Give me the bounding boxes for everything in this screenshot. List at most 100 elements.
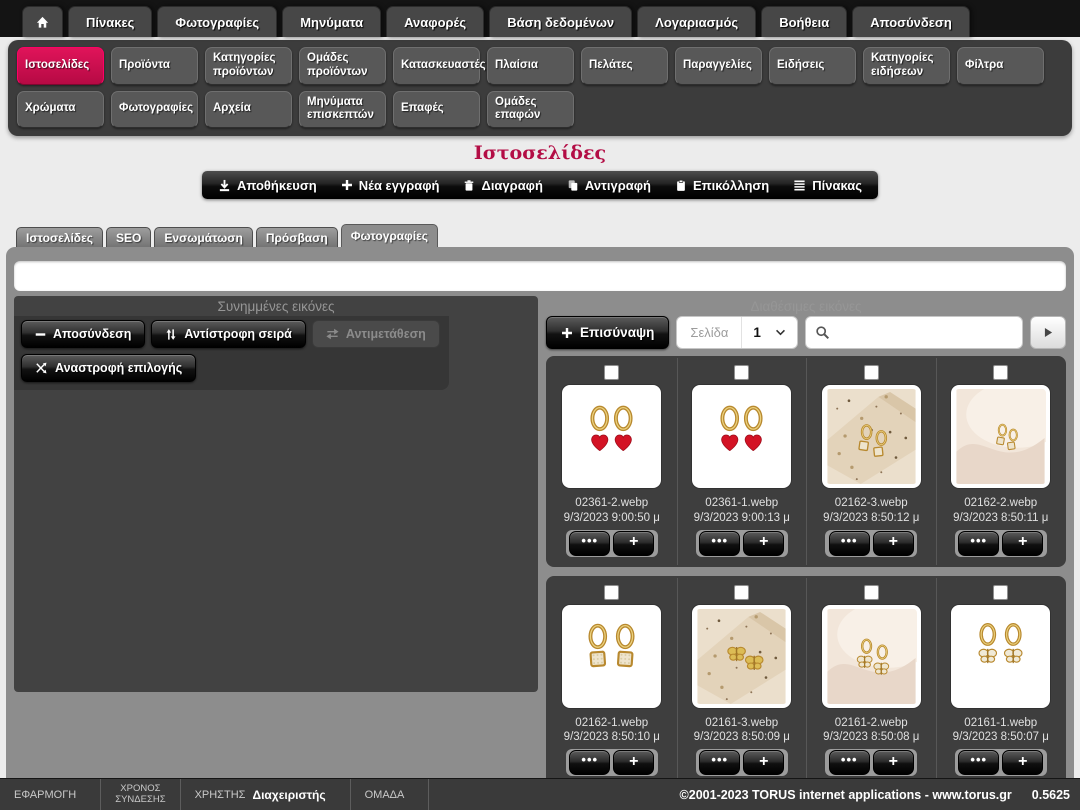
- toolbar-trash-button[interactable]: Διαγραφή: [451, 171, 554, 199]
- toolbar-button-label: Πίνακας: [812, 178, 862, 193]
- image-more-button[interactable]: •••: [699, 750, 740, 775]
- record-tab-seo[interactable]: SEO: [106, 227, 151, 247]
- module-button-μηνύματα-επισκεπτών[interactable]: Μηνύματα επισκεπτών: [299, 91, 386, 129]
- image-checkbox[interactable]: [993, 365, 1008, 380]
- paste-icon: [675, 179, 687, 192]
- page-select[interactable]: 1: [741, 317, 797, 348]
- top-nav-tab-βάση-δεδομένων[interactable]: Βάση δεδομένων: [489, 6, 632, 37]
- module-button-παραγγελίες[interactable]: Παραγγελίες: [675, 47, 762, 85]
- image-filename: 02361-1.webp: [694, 496, 790, 511]
- top-nav-tab-αποσύνδεση[interactable]: Αποσύνδεση: [852, 6, 970, 37]
- image-caption: 02361-1.webp9/3/2023 9:00:13 μ: [694, 496, 790, 525]
- page-select-value: 1: [753, 325, 761, 340]
- module-button-πλαίσια[interactable]: Πλαίσια: [487, 47, 574, 85]
- module-button-αρχεία[interactable]: Αρχεία: [205, 91, 292, 129]
- image-add-button[interactable]: +: [613, 531, 654, 556]
- image-thumbnail[interactable]: [822, 605, 921, 708]
- available-images-panel: Διαθέσιμες εικόνες Επισύναψη Σελίδα 1 02…: [546, 296, 1066, 795]
- image-tile: 02162-3.webp9/3/2023 8:50:12 μ •••+: [806, 358, 936, 564]
- top-nav-tab-βοήθεια[interactable]: Βοήθεια: [761, 6, 847, 37]
- table-icon: [793, 179, 806, 192]
- top-nav-tab-λογαριασμός[interactable]: Λογαριασμός: [637, 6, 756, 37]
- module-button-ομάδες-προϊόντων[interactable]: Ομάδες προϊόντων: [299, 47, 386, 85]
- image-thumbnail[interactable]: [562, 385, 661, 488]
- image-thumbnail[interactable]: [951, 385, 1050, 488]
- top-nav-tab-φωτογραφίες[interactable]: Φωτογραφίες: [157, 6, 277, 37]
- home-tab[interactable]: [22, 6, 63, 37]
- image-thumbnail[interactable]: [692, 385, 791, 488]
- reverse-order-icon: [165, 328, 177, 341]
- image-thumbnail[interactable]: [692, 605, 791, 708]
- module-button-ιστοσελίδες[interactable]: Ιστοσελίδες: [17, 47, 104, 85]
- image-timestamp: 9/3/2023 8:50:10 μ: [564, 730, 660, 745]
- module-button-προϊόντα[interactable]: Προϊόντα: [111, 47, 198, 85]
- image-add-button[interactable]: +: [1002, 531, 1043, 556]
- image-more-button[interactable]: •••: [699, 531, 740, 556]
- image-filename: 02161-3.webp: [694, 716, 790, 731]
- image-timestamp: 9/3/2023 8:50:11 μ: [953, 511, 1048, 526]
- module-button-κατηγορίες-προϊόντων[interactable]: Κατηγορίες προϊόντων: [205, 47, 292, 85]
- image-tile: 02162-2.webp9/3/2023 8:50:11 μ•••+: [936, 358, 1066, 564]
- image-checkbox[interactable]: [993, 585, 1008, 600]
- module-button-φίλτρα[interactable]: Φίλτρα: [957, 47, 1044, 85]
- image-checkbox[interactable]: [604, 365, 619, 380]
- toolbar-paste-button[interactable]: Επικόλληση: [663, 171, 781, 199]
- module-button-φωτογραφίες[interactable]: Φωτογραφίες: [111, 91, 198, 129]
- attached-images-panel: Συνημμένες εικόνες ΑποσύνδεσηΑντίστροφη …: [14, 296, 538, 692]
- image-more-button[interactable]: •••: [958, 750, 999, 775]
- top-nav-tab-πίνακες[interactable]: Πίνακες: [68, 6, 152, 37]
- image-more-button[interactable]: •••: [829, 750, 870, 775]
- image-more-button[interactable]: •••: [569, 531, 610, 556]
- top-nav-tab-αναφορές[interactable]: Αναφορές: [386, 6, 484, 37]
- attached-minus-button[interactable]: Αποσύνδεση: [21, 320, 145, 348]
- record-tab-πρόσβαση[interactable]: Πρόσβαση: [256, 227, 338, 247]
- image-add-button[interactable]: +: [1002, 750, 1043, 775]
- image-add-button[interactable]: +: [873, 750, 914, 775]
- module-button-κατηγορίες-ειδήσεων[interactable]: Κατηγορίες ειδήσεων: [863, 47, 950, 85]
- module-button-χρώματα[interactable]: Χρώματα: [17, 91, 104, 129]
- module-button-κατασκευαστές[interactable]: Κατασκευαστές: [393, 47, 480, 85]
- image-more-button[interactable]: •••: [958, 531, 999, 556]
- image-checkbox[interactable]: [864, 365, 879, 380]
- image-checkbox[interactable]: [604, 585, 619, 600]
- toolbar-table-button[interactable]: Πίνακας: [781, 171, 874, 199]
- image-checkbox[interactable]: [734, 585, 749, 600]
- image-thumbnail[interactable]: [951, 605, 1050, 708]
- plus-icon: [561, 327, 573, 339]
- go-button[interactable]: [1030, 316, 1066, 349]
- footer-app: ΕΦΑΡΜΟΓΗ: [0, 779, 101, 810]
- toolbar-plus-button[interactable]: Νέα εγγραφή: [329, 171, 452, 199]
- image-more-button[interactable]: •••: [829, 531, 870, 556]
- image-thumbnail[interactable]: [562, 605, 661, 708]
- record-tab-ενσωμάτωση[interactable]: Ενσωμάτωση: [154, 227, 252, 247]
- image-add-button[interactable]: +: [743, 531, 784, 556]
- page-title: Ιστοσελίδες: [0, 142, 1080, 164]
- image-caption: 02161-2.webp9/3/2023 8:50:08 μ: [823, 716, 919, 745]
- search-input[interactable]: [837, 325, 1013, 340]
- image-caption: 02162-3.webp9/3/2023 8:50:12 μ: [823, 496, 919, 525]
- module-button-ειδήσεις[interactable]: Ειδήσεις: [769, 47, 856, 85]
- image-add-button[interactable]: +: [743, 750, 784, 775]
- image-checkbox[interactable]: [864, 585, 879, 600]
- record-tab-ιστοσελίδες[interactable]: Ιστοσελίδες: [16, 227, 103, 247]
- content-panel: Συνημμένες εικόνες ΑποσύνδεσηΑντίστροφη …: [6, 247, 1074, 785]
- top-nav-tab-μηνύματα[interactable]: Μηνύματα: [282, 6, 381, 37]
- image-more-button[interactable]: •••: [569, 750, 610, 775]
- module-button-πελάτες[interactable]: Πελάτες: [581, 47, 668, 85]
- image-thumbnail[interactable]: [822, 385, 921, 488]
- image-add-button[interactable]: +: [613, 750, 654, 775]
- footer-group: ΟΜΑΔΑ: [351, 779, 430, 810]
- module-button-ομάδες-επαφών[interactable]: Ομάδες επαφών: [487, 91, 574, 129]
- attached-invert-selection-button[interactable]: Αναστροφή επιλογής: [21, 354, 196, 382]
- module-button-επαφές[interactable]: Επαφές: [393, 91, 480, 129]
- image-add-button[interactable]: +: [873, 531, 914, 556]
- image-checkbox[interactable]: [734, 365, 749, 380]
- toolbar-copy-button[interactable]: Αντιγραφή: [555, 171, 663, 199]
- toolbar-save-button[interactable]: Αποθήκευση: [206, 171, 329, 199]
- record-title-input[interactable]: [14, 261, 1066, 291]
- record-tab-φωτογραφίες[interactable]: Φωτογραφίες: [341, 224, 438, 247]
- image-grid-row-1: 02361-2.webp9/3/2023 9:00:50 μ•••+02361-…: [546, 356, 1066, 566]
- attached-reverse-order-button[interactable]: Αντίστροφη σειρά: [151, 320, 306, 348]
- attach-button[interactable]: Επισύναψη: [546, 316, 669, 349]
- image-caption: 02162-1.webp9/3/2023 8:50:10 μ: [564, 716, 660, 745]
